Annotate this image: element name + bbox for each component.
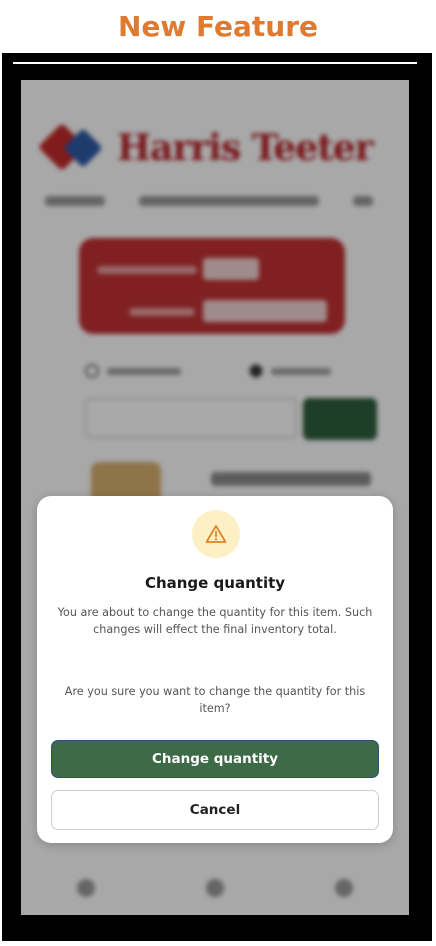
change-quantity-dialog: Change quantity You are about to change …	[37, 496, 393, 843]
dialog-message: You are about to change the quantity for…	[57, 606, 373, 636]
frame-divider	[13, 62, 417, 64]
feature-banner-title: New Feature	[117, 9, 319, 43]
warning-icon	[192, 510, 240, 558]
change-quantity-button[interactable]: Change quantity	[51, 740, 379, 778]
dialog-title: Change quantity	[144, 574, 286, 592]
cancel-button[interactable]: Cancel	[51, 790, 379, 830]
dialog-question: Are you sure you want to change the quan…	[64, 685, 366, 715]
